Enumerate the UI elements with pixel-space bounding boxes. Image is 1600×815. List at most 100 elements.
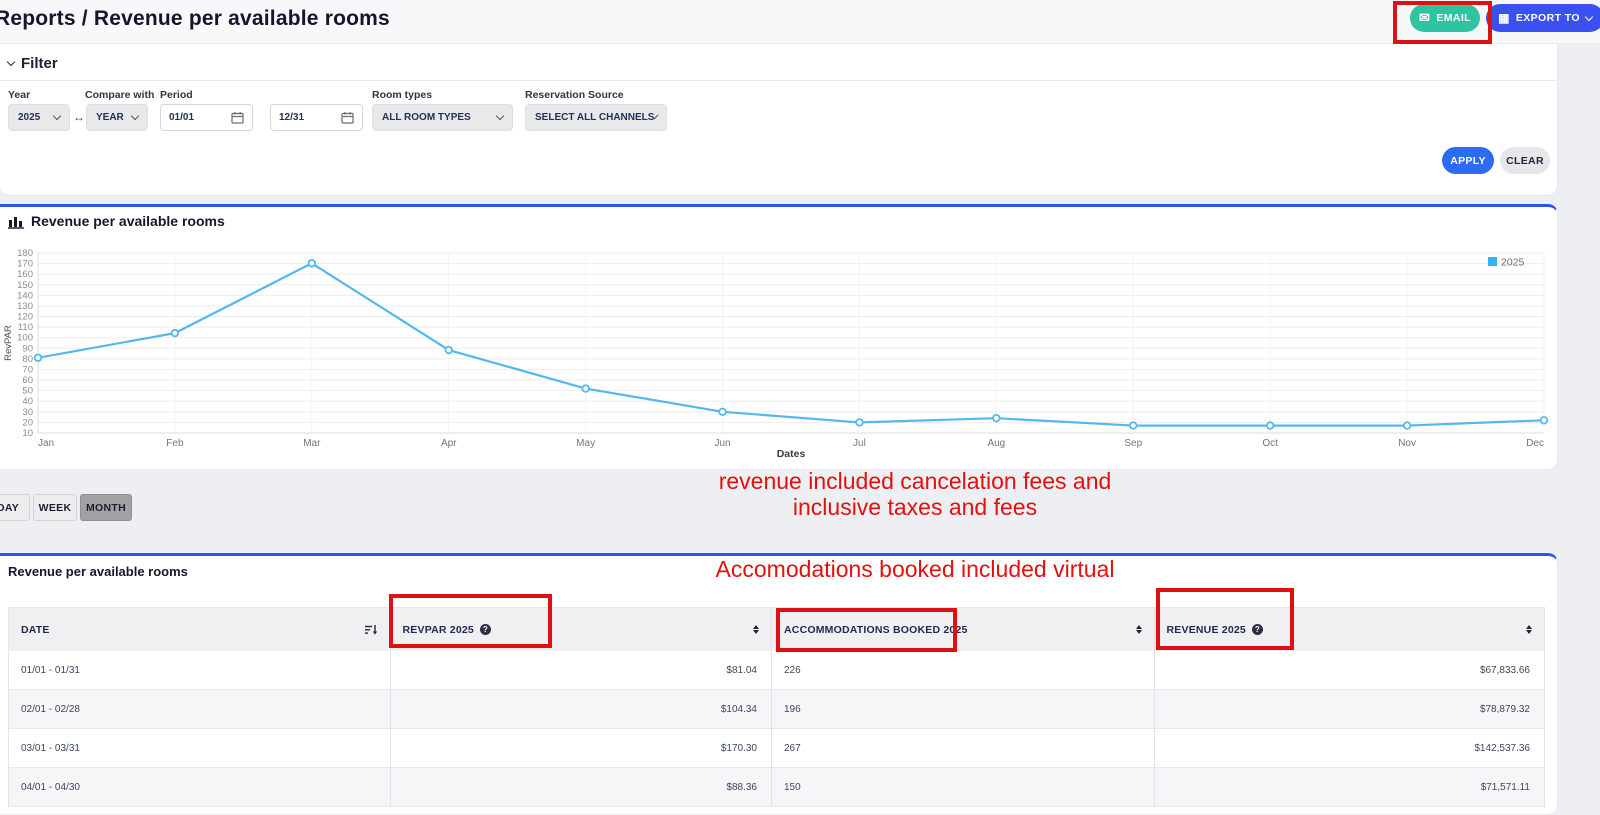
svg-text:RevPAR: RevPAR: [3, 325, 14, 361]
sort-updown-icon[interactable]: [753, 625, 759, 635]
cell-booked: 226: [772, 651, 1155, 690]
chevron-down-icon: [53, 112, 61, 120]
envelope-icon: ✉: [1419, 10, 1430, 26]
svg-text:10: 10: [22, 428, 33, 439]
table-row: 03/01 - 03/31 $170.30 267 $142,537.36: [9, 729, 1544, 768]
sort-updown-icon[interactable]: [1136, 625, 1142, 635]
table-row: 01/01 - 01/31 $81.04 226 $67,833.66: [9, 651, 1544, 690]
chevron-down-icon: [1585, 12, 1593, 20]
reservation-source-value: SELECT ALL CHANNELS: [535, 112, 654, 123]
svg-text:120: 120: [17, 312, 33, 323]
chart-section-header: Revenue per available rooms: [8, 213, 225, 229]
page-title: Reports / Revenue per available rooms: [0, 7, 390, 31]
apply-button[interactable]: APPLY: [1442, 147, 1494, 174]
annotation-chart-note: revenue included cancelation fees and in…: [615, 468, 1215, 520]
column-header-accommodations-label: ACCOMMODATIONS BOOKED 2025: [784, 624, 968, 636]
divider: [0, 80, 1558, 81]
column-header-revpar[interactable]: REVPAR 2025 ?: [391, 608, 773, 651]
swap-arrow-icon: ↔: [73, 110, 85, 124]
table-row: 04/01 - 04/30 $88.36 150 $71,571.11: [9, 768, 1544, 807]
chevron-down-icon: [653, 113, 659, 119]
toggle-day-button[interactable]: DAY: [0, 494, 30, 521]
svg-text:Apr: Apr: [441, 438, 457, 449]
room-types-select[interactable]: ALL ROOM TYPES: [372, 104, 513, 131]
svg-text:Sep: Sep: [1124, 438, 1142, 449]
chart-title: Revenue per available rooms: [31, 213, 225, 229]
filter-section-toggle[interactable]: Filter: [8, 55, 58, 72]
compare-with-label: Compare with: [85, 89, 154, 101]
sort-updown-icon[interactable]: [1526, 625, 1532, 635]
cell-booked: 267: [772, 729, 1155, 768]
svg-text:50: 50: [22, 386, 33, 397]
svg-text:20: 20: [22, 417, 33, 428]
revpar-line-chart: 1020304050607080901001101201301401501601…: [2, 243, 1554, 461]
email-button-label: EMAIL: [1436, 12, 1471, 24]
compare-with-value: YEAR: [96, 112, 124, 123]
period-to-input[interactable]: 12/31: [270, 104, 363, 131]
svg-text:150: 150: [17, 280, 33, 291]
year-select[interactable]: 2025: [8, 104, 70, 131]
period-label: Period: [160, 89, 193, 101]
svg-text:60: 60: [22, 375, 33, 386]
filter-title: Filter: [21, 55, 58, 72]
column-header-revpar-label: REVPAR 2025: [403, 624, 474, 636]
svg-text:Mar: Mar: [303, 438, 321, 449]
calendar-icon[interactable]: [231, 111, 244, 124]
svg-text:Jul: Jul: [853, 438, 866, 449]
period-to-value: 12/31: [279, 112, 304, 123]
cell-revpar: $170.30: [391, 729, 773, 768]
table-header-row: DATE REVPAR 2025 ? ACCOMMODATIONS BOOKED…: [9, 608, 1544, 651]
export-to-button[interactable]: ▦ EXPORT TO: [1486, 4, 1600, 32]
svg-text:Jan: Jan: [38, 438, 54, 449]
svg-text:Oct: Oct: [1262, 438, 1278, 449]
column-header-revenue-label: REVENUE 2025: [1167, 624, 1246, 636]
reservation-source-select[interactable]: SELECT ALL CHANNELS: [525, 104, 667, 131]
help-icon[interactable]: ?: [1252, 624, 1263, 635]
column-header-date-label: DATE: [21, 624, 50, 636]
year-select-value: 2025: [18, 112, 40, 123]
svg-text:Dec: Dec: [1526, 438, 1544, 449]
column-header-date[interactable]: DATE: [9, 608, 391, 651]
bar-chart-icon: [8, 214, 24, 229]
chevron-down-icon: [496, 112, 504, 120]
svg-text:110: 110: [18, 322, 33, 333]
grid-icon: ▦: [1498, 11, 1510, 25]
annotation-chart-note-line2: inclusive taxes and fees: [615, 494, 1215, 520]
cell-date: 02/01 - 02/28: [9, 690, 391, 729]
svg-text:80: 80: [22, 354, 33, 365]
room-types-value: ALL ROOM TYPES: [382, 112, 471, 123]
annotation-chart-note-line1: revenue included cancelation fees and: [615, 468, 1215, 494]
svg-text:100: 100: [17, 333, 33, 344]
toggle-month-button[interactable]: MONTH: [80, 494, 132, 521]
column-header-accommodations[interactable]: ACCOMMODATIONS BOOKED 2025: [772, 608, 1155, 651]
calendar-icon[interactable]: [341, 111, 354, 124]
chevron-down-icon: [7, 58, 15, 66]
svg-text:160: 160: [17, 269, 33, 280]
year-label: Year: [8, 89, 30, 101]
table-row: 02/01 - 02/28 $104.34 196 $78,879.32: [9, 690, 1544, 729]
annotation-table-note: Accomodations booked included virtual: [615, 556, 1215, 582]
period-from-input[interactable]: 01/01: [160, 104, 253, 131]
toggle-week-button[interactable]: WEEK: [33, 494, 77, 521]
help-icon[interactable]: ?: [480, 624, 491, 635]
cell-booked: 150: [772, 768, 1155, 807]
clear-button[interactable]: CLEAR: [1500, 147, 1550, 174]
column-header-revenue[interactable]: REVENUE 2025 ?: [1155, 608, 1544, 651]
svg-text:70: 70: [22, 364, 33, 375]
svg-text:Feb: Feb: [166, 438, 184, 449]
email-button[interactable]: ✉ EMAIL: [1410, 4, 1480, 32]
sort-amount-icon[interactable]: [364, 624, 378, 636]
chevron-down-icon: [131, 112, 139, 120]
cell-revpar: $104.34: [391, 690, 773, 729]
cell-date: 01/01 - 01/31: [9, 651, 391, 690]
svg-text:180: 180: [17, 248, 33, 259]
revpar-table: DATE REVPAR 2025 ? ACCOMMODATIONS BOOKED…: [8, 607, 1545, 807]
svg-text:130: 130: [17, 301, 33, 312]
table-title: Revenue per available rooms: [8, 564, 188, 579]
room-types-label: Room types: [372, 89, 432, 101]
svg-text:Jun: Jun: [714, 438, 730, 449]
cell-revenue: $67,833.66: [1155, 651, 1545, 690]
svg-text:30: 30: [22, 407, 33, 418]
compare-with-select[interactable]: YEAR: [86, 104, 148, 131]
svg-text:2025: 2025: [1501, 257, 1525, 269]
